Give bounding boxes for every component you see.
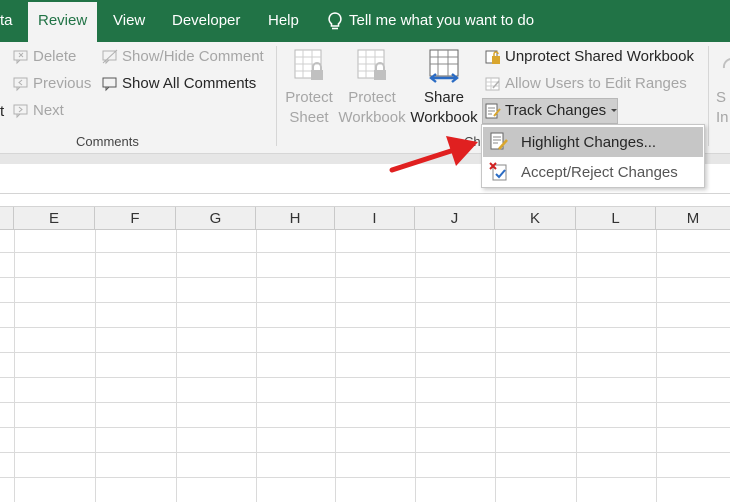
chevron-down-icon <box>611 108 618 112</box>
protect-workbook-line1: Protect <box>348 89 396 106</box>
annotation-arrow <box>389 136 478 173</box>
worksheet-grid[interactable] <box>0 230 730 502</box>
protect-workbook-button[interactable]: Protect Workbook <box>336 48 408 128</box>
accept-reject-icon <box>489 162 507 181</box>
share-workbook-line2: Workbook <box>410 109 478 126</box>
comments-group-label: Comments <box>76 134 139 149</box>
ribbon-tab-bar: ta Review View Developer Help Tell me wh… <box>0 0 730 42</box>
tab-review[interactable]: Review <box>28 2 98 42</box>
share-workbook-icon <box>429 49 459 83</box>
column-headers: E F G H I J K L M <box>0 206 730 230</box>
tab-help[interactable]: Help <box>268 0 299 42</box>
next-comment-icon <box>13 104 28 118</box>
tab-data[interactable]: ta <box>0 0 13 42</box>
protect-sheet-button[interactable]: Protect Sheet <box>284 48 334 128</box>
delete-label: Delete <box>33 48 77 65</box>
column-header[interactable]: G <box>176 207 256 230</box>
highlight-changes-icon <box>490 132 508 150</box>
column-header[interactable]: M <box>656 207 730 230</box>
tab-developer[interactable]: Developer <box>172 0 240 42</box>
protect-sheet-icon <box>294 49 323 80</box>
previous-label: Previous <box>33 75 92 92</box>
delete-comment-button[interactable]: Delete <box>13 48 76 65</box>
highlight-changes-menu-item[interactable]: Highlight Changes... <box>483 127 703 157</box>
column-header[interactable]: J <box>415 207 495 230</box>
track-changes-icon <box>485 103 501 118</box>
column-header[interactable]: H <box>256 207 335 230</box>
track-changes-button[interactable]: Track Changes <box>485 102 618 119</box>
next-label: Next <box>33 102 64 119</box>
lightbulb-icon <box>328 12 342 30</box>
column-header[interactable]: L <box>576 207 656 230</box>
show-hide-comment-icon <box>102 49 118 64</box>
partial-right-button[interactable]: S In <box>716 48 730 128</box>
partial-new-comment-label: t <box>0 103 5 120</box>
accept-reject-label: Accept/Reject Changes <box>521 163 678 181</box>
tab-view[interactable]: View <box>113 0 145 42</box>
unprotect-shared-label: Unprotect Shared Workbook <box>505 48 694 65</box>
column-header[interactable]: I <box>335 207 415 230</box>
protect-sheet-line2: Sheet <box>289 109 329 126</box>
partial-right-icon <box>722 58 730 69</box>
track-changes-label: Track Changes <box>505 102 607 119</box>
allow-users-label: Allow Users to Edit Ranges <box>505 75 687 92</box>
delete-comment-icon <box>13 50 28 64</box>
highlight-changes-label: Highlight Changes... <box>521 133 657 151</box>
share-workbook-button[interactable]: Share Workbook <box>408 48 480 128</box>
protect-workbook-line2: Workbook <box>338 109 406 126</box>
unprotect-shared-icon <box>485 50 500 64</box>
show-all-comments-label: Show All Comments <box>122 75 257 92</box>
partial-right-line2: In <box>716 109 729 126</box>
show-all-comments-button[interactable]: Show All Comments <box>102 75 256 92</box>
share-workbook-line1: Share <box>423 89 465 106</box>
group-separator <box>276 46 277 146</box>
show-hide-comment-label: Show/Hide Comment <box>122 48 264 65</box>
tell-me-search[interactable]: Tell me what you want to do <box>349 0 534 42</box>
column-header[interactable]: E <box>14 207 95 230</box>
protect-sheet-line1: Protect <box>285 89 333 106</box>
show-all-comments-icon <box>102 77 117 91</box>
allow-users-edit-ranges-button[interactable]: Allow Users to Edit Ranges <box>485 75 687 92</box>
show-hide-comment-button[interactable]: Show/Hide Comment <box>102 48 264 65</box>
next-comment-button[interactable]: Next <box>13 102 64 119</box>
previous-comment-button[interactable]: Previous <box>13 75 91 92</box>
unprotect-shared-workbook-button[interactable]: Unprotect Shared Workbook <box>485 48 694 65</box>
column-header[interactable]: F <box>95 207 176 230</box>
column-header-partial[interactable] <box>0 207 14 230</box>
group-separator-right <box>708 46 709 146</box>
protect-workbook-icon <box>357 49 386 80</box>
allow-edit-ranges-icon <box>485 77 500 90</box>
column-header[interactable]: K <box>495 207 576 230</box>
accept-reject-changes-menu-item[interactable]: Accept/Reject Changes <box>483 157 703 187</box>
track-changes-dropdown: Highlight Changes... Accept/Reject Chang… <box>481 124 705 188</box>
partial-right-line1: S <box>716 89 727 106</box>
previous-comment-icon <box>13 77 28 91</box>
